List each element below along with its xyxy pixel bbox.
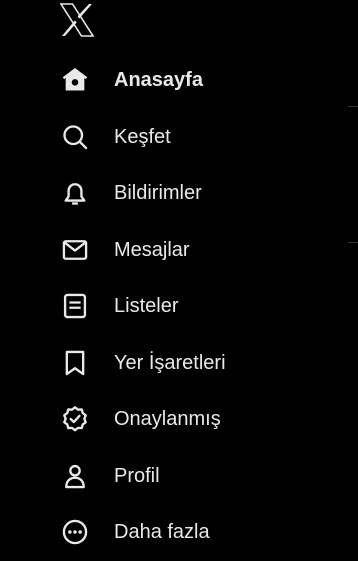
main-navigation: Anasayfa Keşfet Bildirimler Mesajlar Lis… (0, 52, 300, 561)
nav-label-explore: Keşfet (114, 125, 171, 148)
more-circle-icon (61, 518, 89, 546)
nav-item-more[interactable]: Daha fazla (0, 504, 300, 561)
content-divider-bottom (348, 242, 358, 243)
x-logo-icon[interactable] (58, 2, 96, 38)
nav-label-more: Daha fazla (114, 521, 210, 544)
nav-item-profile[interactable]: Profil (0, 448, 300, 505)
search-icon (61, 123, 89, 151)
nav-item-notifications[interactable]: Bildirimler (0, 165, 300, 222)
nav-label-home: Anasayfa (114, 69, 203, 92)
bookmark-icon (61, 349, 89, 377)
bell-icon (61, 179, 89, 207)
nav-label-bookmarks: Yer İşaretleri (114, 351, 226, 374)
nav-item-lists[interactable]: Listeler (0, 278, 300, 335)
envelope-icon (61, 236, 89, 264)
content-divider-top (348, 106, 358, 107)
list-icon (61, 292, 89, 320)
nav-label-lists: Listeler (114, 295, 179, 318)
x-logo-svg (59, 3, 95, 37)
nav-item-bookmarks[interactable]: Yer İşaretleri (0, 335, 300, 392)
nav-label-profile: Profil (114, 464, 160, 487)
nav-label-verified: Onaylanmış (114, 408, 221, 431)
nav-item-explore[interactable]: Keşfet (0, 109, 300, 166)
person-icon (61, 462, 89, 490)
nav-item-messages[interactable]: Mesajlar (0, 222, 300, 279)
nav-item-verified[interactable]: Onaylanmış (0, 391, 300, 448)
nav-label-messages: Mesajlar (114, 238, 190, 261)
verified-badge-icon (61, 405, 89, 433)
sidebar: Anasayfa Keşfet Bildirimler Mesajlar Lis… (0, 0, 358, 558)
nav-item-home[interactable]: Anasayfa (0, 52, 300, 109)
home-icon (61, 66, 89, 94)
nav-label-notifications: Bildirimler (114, 182, 202, 205)
